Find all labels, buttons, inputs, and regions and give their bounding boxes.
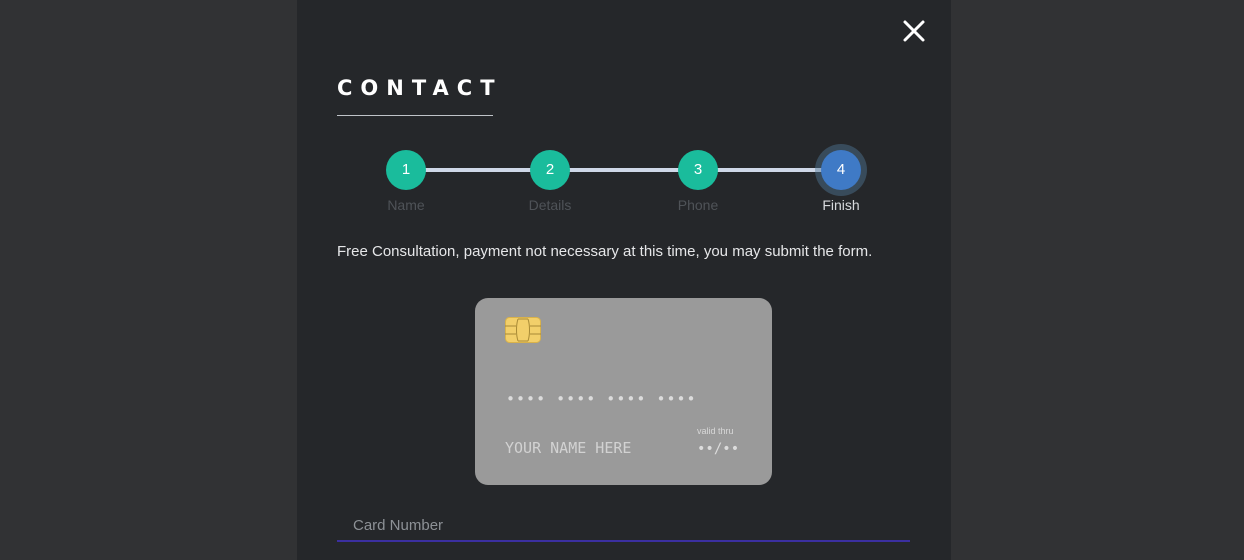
payment-notice: Free Consultation, payment not necessary…	[337, 243, 873, 260]
step-3[interactable]: 3	[678, 150, 718, 190]
card-number-input[interactable]	[337, 510, 910, 542]
cardholder-name-display: YOUR NAME HERE	[505, 439, 632, 457]
card-number-display: •••• •••• •••• ••••	[506, 390, 697, 408]
step-2-label: Details	[528, 197, 572, 213]
step-1[interactable]: 1	[386, 150, 426, 190]
step-4-label: Finish	[822, 197, 860, 213]
card-number-field	[337, 510, 910, 544]
step-3-label: Phone	[677, 197, 719, 213]
title-underline	[337, 115, 493, 116]
step-1-label: Name	[387, 197, 425, 213]
stepper-track	[405, 168, 841, 172]
step-4[interactable]: 4	[821, 150, 861, 190]
credit-card-preview: •••• •••• •••• •••• YOUR NAME HERE valid…	[475, 298, 772, 485]
expiry-display: ••/••	[697, 441, 740, 457]
contact-modal: CONTACT 1 Name 2 Details 3 Phone 4 Finis…	[297, 0, 951, 560]
close-icon	[903, 20, 925, 42]
close-button[interactable]	[901, 18, 927, 44]
valid-thru-label: valid thru	[697, 426, 734, 436]
card-chip-icon	[505, 317, 541, 343]
step-2[interactable]: 2	[530, 150, 570, 190]
modal-title: CONTACT	[337, 76, 503, 100]
